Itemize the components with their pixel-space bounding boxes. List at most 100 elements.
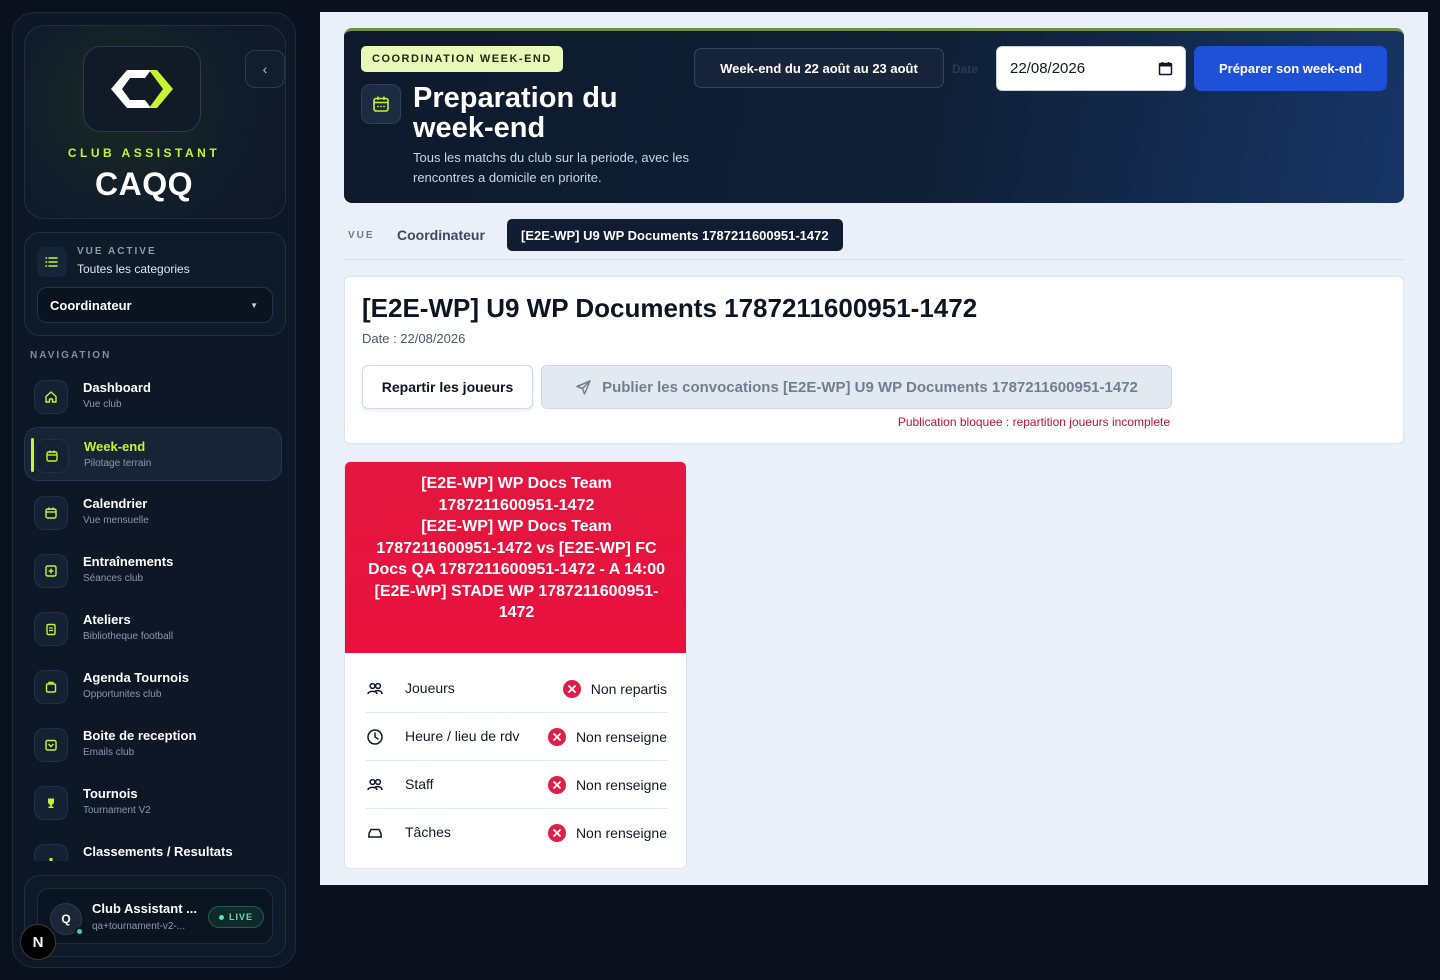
view-select-value: Coordinateur [50,297,132,313]
publish-convocations-button[interactable]: Publier les convocations [E2E-WP] U9 WP … [541,365,1172,409]
car-icon [368,828,382,838]
checklist-status-text: Non renseigne [575,729,667,745]
trophy-icon [34,786,68,820]
nav-label: Classements / Resultats [83,844,233,859]
brand-name: CAQQ [95,166,193,202]
navigation-title: NAVIGATION [30,350,112,361]
navigation-list: Dashboard Vue club Week-end Pilotage ter… [24,369,282,861]
date-label: Date [952,62,979,76]
clock-icon [367,729,383,745]
user-account[interactable]: Q Club Assistant ... qa+tournament-v2-..… [37,888,273,944]
collapse-sidebar-button[interactable]: ‹ [245,50,285,88]
brand-tag: CLUB ASSISTANT [67,146,221,160]
error-x-icon [547,776,566,794]
plus-square-icon [34,554,68,588]
nav-sub: Tournament V2 [83,805,151,816]
main-content: COORDINATION WEEK-END Preparation du wee… [320,12,1428,885]
nav-sub: Emails club [83,747,135,758]
hero-banner: COORDINATION WEEK-END Preparation du wee… [344,28,1404,203]
checklist-status-text: Non repartis [590,681,667,697]
match-team: [E2E-WP] WP Docs Team 1787211600951-1472 [421,475,612,514]
nav-item-entrainements[interactable]: Entraînements Séances club [24,543,282,597]
checklist-label: Tâches [405,824,451,840]
team-card: [E2E-WP] U9 WP Documents 1787211600951-1… [344,276,1404,444]
hero-kicker: COORDINATION WEEK-END [361,46,563,72]
team-date: Date : 22/08/2026 [362,331,466,346]
checklist-row-staff[interactable]: Staff Non renseigne [366,761,667,809]
user-email: qa+tournament-v2-... [92,921,186,932]
podium-icon [34,844,68,861]
nav-item-ateliers[interactable]: Ateliers Bibliotheque football [24,601,282,655]
nav-item-week-end[interactable]: Week-end Pilotage terrain [24,427,282,481]
nav-label: Boite de reception [83,728,197,743]
checklist-status: Non renseigne [547,824,667,842]
weekend-range-button[interactable]: Week-end du 22 août au 23 août [694,48,944,88]
error-x-icon [547,824,566,842]
checklist-row-taches[interactable]: Tâches Non renseigne [366,809,667,857]
checklist-status: Non renseigne [547,728,667,746]
nav-label: Agenda Tournois [83,670,189,685]
checklist-label: Heure / lieu de rdv [405,728,520,744]
checklist-row-joueurs[interactable]: Joueurs Non repartis [366,665,667,713]
live-dot-icon [219,914,224,920]
list-icon [37,247,67,277]
nav-sub: Vue mensuelle [83,515,149,526]
checklist-row-rdv[interactable]: Heure / lieu de rdv Non renseigne [366,713,667,761]
calendar-icon [34,496,68,530]
brand-card: CLUB ASSISTANT CAQQ ‹ [24,25,286,219]
match-venue: [E2E-WP] STADE WP 1787211600951-1472 [374,582,659,622]
nav-label: Entraînements [83,554,174,569]
team-title: [E2E-WP] U9 WP Documents 1787211600951-1… [362,293,978,323]
briefcase-icon [34,670,68,704]
error-x-icon [562,680,581,698]
sidebar: CLUB ASSISTANT CAQQ ‹ VUE ACTIVE Toutes … [12,12,296,968]
nav-item-tournois[interactable]: Tournois Tournament V2 [24,775,282,829]
nav-label: Dashboard [83,380,151,395]
nav-sub: Vue club [83,399,122,410]
view-tabs-kicker: VUE [348,230,375,241]
publish-convocations-label: Publier les convocations [E2E-WP] U9 WP … [602,378,1138,396]
calendar-picker-icon[interactable] [1158,61,1173,76]
repartir-joueurs-button[interactable]: Repartir les joueurs [362,365,533,409]
error-x-icon [547,728,566,746]
nav-item-agenda-tournois[interactable]: Agenda Tournois Opportunites club [24,659,282,713]
page-title: Preparation du week-end [413,82,618,144]
nav-sub: Séances club [83,573,144,584]
user-card: Q Club Assistant ... qa+tournament-v2-..… [24,875,286,957]
nav-item-dashboard[interactable]: Dashboard Vue club [24,369,282,423]
view-select[interactable]: Coordinateur ▼ [37,287,273,323]
active-view-value: Toutes les categories [77,262,190,276]
nav-sub: Pilotage terrain [84,458,152,469]
active-view-card: VUE ACTIVE Toutes les categories Coordin… [24,232,286,336]
nav-label: Week-end [84,439,146,454]
send-icon [576,379,591,395]
match-header[interactable]: [E2E-WP] WP Docs Team 1787211600951-1472… [345,462,686,653]
checklist-status: Non repartis [562,680,667,698]
next-dev-badge[interactable]: N [20,924,56,960]
tab-coordinateur[interactable]: Coordinateur [397,227,485,243]
nav-item-classements-resultats[interactable]: Classements / Resultats [24,833,282,861]
live-badge: LIVE [208,906,265,928]
user-name: Club Assistant ... [92,901,197,916]
date-input[interactable]: 22/08/2026 [996,46,1186,91]
nav-item-calendrier[interactable]: Calendrier Vue mensuelle [24,485,282,539]
calendar-icon [361,84,401,124]
checklist-status-text: Non renseigne [575,777,667,793]
users-icon [367,682,383,695]
prepare-weekend-button[interactable]: Préparer son week-end [1194,46,1387,91]
match-fixture: [E2E-WP] WP Docs Team 1787211600951-1472… [367,518,666,578]
nav-item-boite-de-reception[interactable]: Boite de reception Emails club [24,717,282,771]
checklist-status: Non renseigne [547,776,667,794]
nav-sub: Bibliotheque football [83,631,174,642]
tab-team-active[interactable]: [E2E-WP] U9 WP Documents 1787211600951-1… [507,219,843,251]
clipboard-icon [34,612,68,646]
active-view-kicker: VUE ACTIVE [77,246,157,257]
home-icon [34,380,68,414]
page-description: Tous les matchs du club sur la periode, … [413,150,690,185]
inbox-icon [34,728,68,762]
publish-warning: Publication bloquee : repartition joueur… [897,415,1170,429]
brand-logo [83,46,201,132]
nav-label: Ateliers [83,612,131,627]
checklist-status-text: Non renseigne [575,825,667,841]
users-icon [367,778,383,791]
